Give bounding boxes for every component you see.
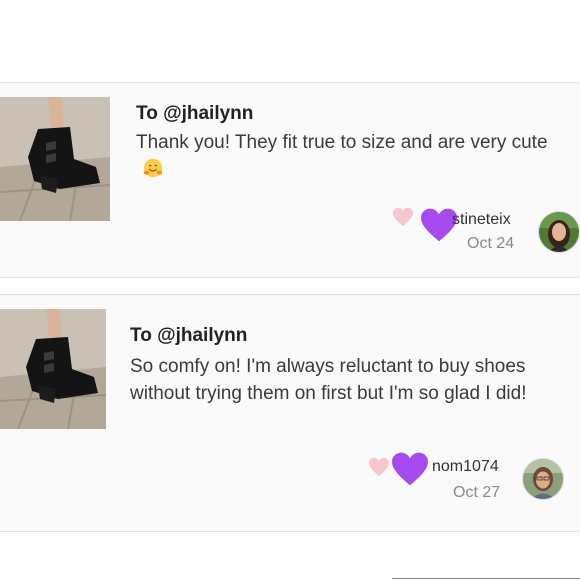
reviewer-avatar[interactable] (538, 211, 580, 253)
hugging-face-emoji-icon (143, 158, 163, 178)
pink-heart-icon[interactable] (368, 457, 390, 477)
review-message: Thank you! They fit true to size and are… (136, 129, 566, 183)
recipient-label[interactable]: To @jhailynn (130, 325, 247, 347)
divider-line (392, 578, 580, 579)
product-photo[interactable] (0, 309, 106, 429)
review-message-text: Thank you! They fit true to size and are… (136, 132, 548, 153)
review-card: To @jhailynn So comfy on! I'm always rel… (0, 294, 580, 532)
recipient-label[interactable]: To @jhailynn (136, 103, 253, 125)
review-message: So comfy on! I'm always reluctant to buy… (130, 356, 527, 404)
pink-heart-icon[interactable] (392, 207, 414, 227)
product-photo[interactable] (0, 97, 110, 221)
review-date: Oct 24 (467, 235, 515, 252)
review-date: Oct 27 (453, 484, 501, 501)
review-feed: To @jhailynn Thank you! They fit true to… (0, 0, 580, 580)
review-card: To @jhailynn Thank you! They fit true to… (0, 82, 580, 278)
reviewer-username[interactable]: stineteix (452, 211, 511, 229)
reviewer-avatar[interactable] (522, 458, 564, 500)
reviewer-username[interactable]: nom1074 (432, 458, 499, 476)
purple-heart-icon (392, 452, 428, 486)
